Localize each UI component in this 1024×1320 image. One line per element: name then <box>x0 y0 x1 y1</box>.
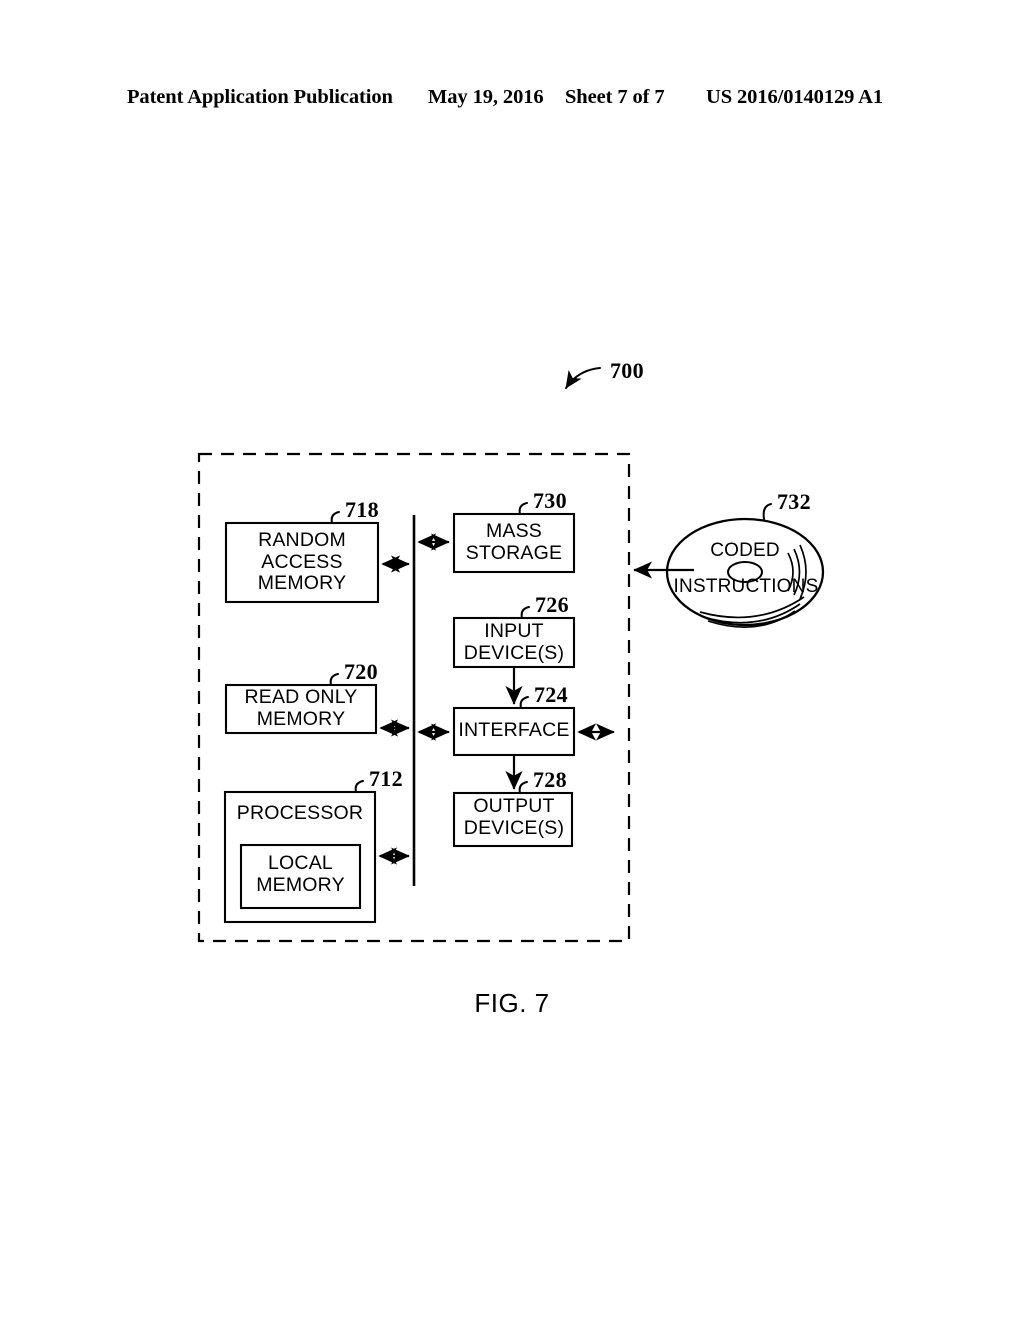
ref-number-726: 726 <box>535 592 569 617</box>
leader-730 <box>518 502 528 515</box>
interface-label: INTERFACE <box>458 719 570 741</box>
leader-718 <box>330 511 340 524</box>
ref-number-728: 728 <box>533 767 567 792</box>
read-only-memory-label: READ ONLY MEMORY <box>244 686 358 730</box>
ref-number-720: 720 <box>344 659 378 684</box>
local-memory-label: LOCAL MEMORY <box>256 852 345 896</box>
ref-number-732: 732 <box>777 489 811 514</box>
processor-label: PROCESSOR <box>236 802 364 824</box>
mass-storage-label: MASS STORAGE <box>465 520 563 564</box>
patent-figure: RANDOM ACCESS MEMORY READ ONLY MEMORY PR… <box>0 0 1024 1320</box>
leader-700 <box>565 367 601 389</box>
output-devices-label: OUTPUT DEVICE(S) <box>463 795 565 839</box>
ref-number-712: 712 <box>369 766 403 791</box>
ref-number-730: 730 <box>533 488 567 513</box>
random-access-memory-label: RANDOM ACCESS MEMORY <box>257 529 347 594</box>
input-devices-label: INPUT DEVICE(S) <box>463 620 565 664</box>
leader-712 <box>354 780 364 793</box>
figure-caption: FIG. 7 <box>474 988 550 1018</box>
leader-726 <box>520 606 530 619</box>
disc-label-line-1: CODED <box>710 540 780 561</box>
ref-number-700: 700 <box>610 358 644 383</box>
ref-number-718: 718 <box>345 497 379 522</box>
leader-732 <box>762 503 772 520</box>
disc-label-line-2: INSTRUCTIONS <box>673 576 819 597</box>
leader-728 <box>518 781 528 794</box>
leader-724 <box>519 696 529 709</box>
ref-number-724: 724 <box>534 682 568 707</box>
leader-720 <box>329 673 339 686</box>
